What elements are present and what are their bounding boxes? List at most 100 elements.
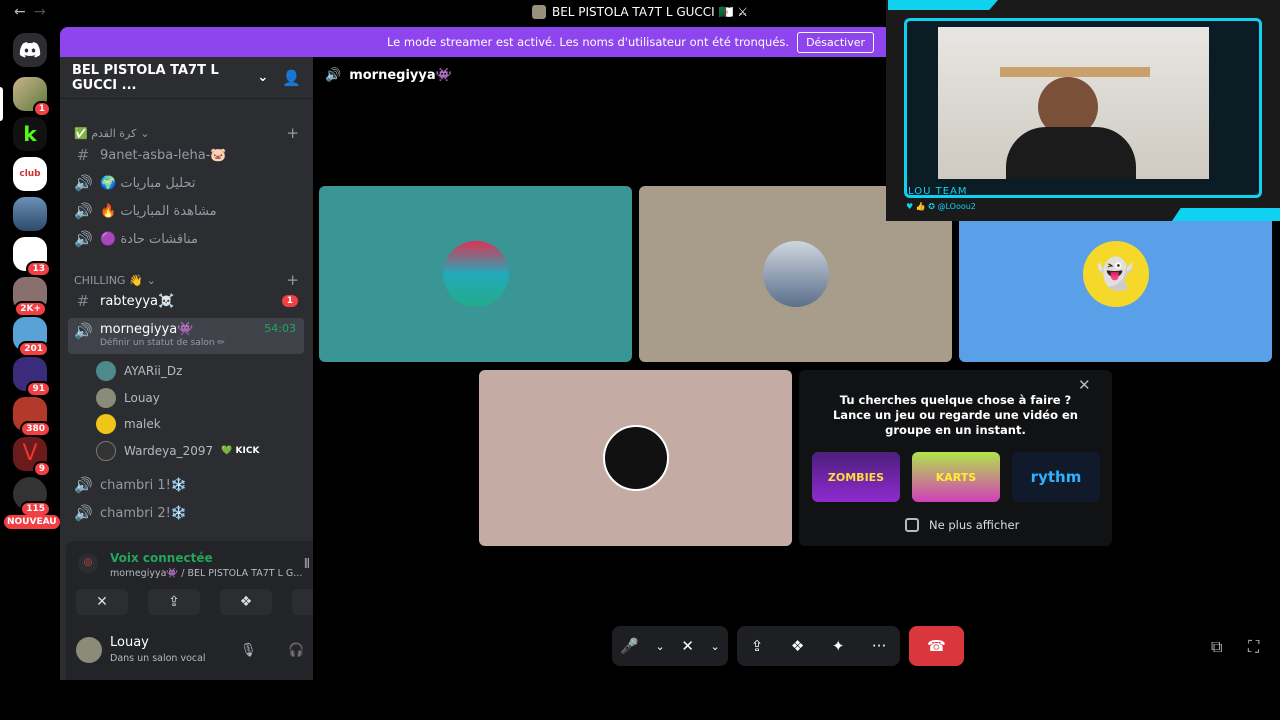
activity-promo-card: ✕ Tu cherches quelque chose à faire ? La… xyxy=(799,370,1112,546)
avatar xyxy=(762,241,829,307)
voice-user-louay[interactable]: Louay xyxy=(96,388,160,408)
voice-user-malek[interactable]: malek xyxy=(96,414,161,434)
back-button[interactable]: ← xyxy=(14,4,26,20)
participant-tile-4[interactable] xyxy=(479,370,792,546)
microphone-toggle-icon[interactable]: 🎤 xyxy=(620,637,639,655)
channel-sidebar: BEL PISTOLA TA7T L GUCCI ... ⌄ 👤 ✅ كرة ال… xyxy=(60,57,367,681)
frame-accent xyxy=(888,0,998,10)
new-badge: NOUVEAU xyxy=(4,515,60,529)
shelf xyxy=(1000,67,1150,77)
disable-streamer-button[interactable]: Désactiver xyxy=(797,31,874,53)
user-avatar[interactable] xyxy=(76,637,102,663)
speaker-icon: 🔊 xyxy=(325,68,342,83)
username: Louay xyxy=(110,635,149,650)
server-icon-11[interactable]: 115 xyxy=(13,477,51,517)
dont-show-checkbox[interactable] xyxy=(905,518,919,532)
game-card-zombies[interactable]: ZOMBIES xyxy=(812,452,900,502)
category-football[interactable]: ✅ كرة القدم ⌄ + xyxy=(74,124,299,142)
call-timer: 54:03 xyxy=(264,322,296,335)
live-tag: 💚 KICK xyxy=(221,446,260,456)
user-status: Dans un salon vocal xyxy=(110,653,206,664)
voice-user-ayarii[interactable]: AYARii_Dz xyxy=(96,361,182,381)
speaker-icon: 🔊 xyxy=(74,174,93,192)
signal-icon[interactable]: ◎ xyxy=(78,553,98,573)
channel-debates[interactable]: 🔊 🟣 مناقشات حادة xyxy=(68,226,304,252)
server-icon-6[interactable]: 2K+ xyxy=(13,277,47,317)
server-avatar-icon xyxy=(531,5,546,19)
category-chilling[interactable]: CHILLING 👋 ⌄ + xyxy=(74,271,299,289)
frame-accent-bottom xyxy=(1172,208,1280,221)
window-title-text: BEL PISTOLA TA7T L GUCCI 🇩🇿 ⚔ xyxy=(551,5,749,19)
team-label: LOU TEAM xyxy=(908,186,968,197)
server-header[interactable]: BEL PISTOLA TA7T L GUCCI ... ⌄ 👤 xyxy=(60,57,313,99)
server-icon-1[interactable]: 1 xyxy=(13,77,51,117)
server-icon-3[interactable]: club xyxy=(13,157,47,191)
channel-analysis[interactable]: 🔊 🌍 تحليل مباريات xyxy=(68,170,304,196)
avatar xyxy=(602,425,669,491)
channel-9anet[interactable]: #9anet-asba-leha-🐷 xyxy=(68,142,304,168)
add-channel-icon[interactable]: + xyxy=(286,271,299,289)
hang-up-icon: ☎ xyxy=(927,637,946,655)
fullscreen-icon[interactable]: ⛶ xyxy=(1248,637,1259,657)
microphone-icon[interactable]: 🎙 xyxy=(240,643,257,658)
channel-watch[interactable]: 🔊 🔥 مشاهدة المباريات xyxy=(68,198,304,224)
voice-user-wardeya[interactable]: Wardeya_2097 💚 KICK xyxy=(96,441,259,461)
active-server-pill xyxy=(0,87,3,121)
speaker-icon: 🔊 xyxy=(74,476,93,494)
promo-title: Tu cherches quelque chose à faire ? xyxy=(839,393,1072,407)
game-card-rythm[interactable]: rythm xyxy=(1012,452,1100,502)
server-icon-9[interactable]: 380 xyxy=(13,397,51,437)
promo-subtitle: Lance un jeu ou regarde une vidéo en gro… xyxy=(832,408,1078,437)
voice-location[interactable]: mornegiyya👾 / BEL PISTOLA TA7T L G... xyxy=(110,568,302,579)
popout-icon[interactable]: ⧉ xyxy=(1211,637,1222,657)
camera-toggle-icon[interactable]: ✕ xyxy=(681,637,694,655)
server-icon-10[interactable]: V9 xyxy=(13,437,51,477)
camera-button[interactable]: ✕ xyxy=(76,589,128,615)
server-icon-7[interactable]: 201 xyxy=(13,317,49,357)
speaker-icon: 🔊 xyxy=(74,322,93,340)
leave-call-button[interactable]: ☎ xyxy=(909,626,964,666)
game-card-karts[interactable]: KARTS xyxy=(912,452,1000,502)
window-title: BEL PISTOLA TA7T L GUCCI 🇩🇿 ⚔ xyxy=(520,5,760,19)
activities-icon[interactable]: ❖ xyxy=(791,637,804,655)
invite-icon[interactable]: 👤 xyxy=(282,69,301,87)
banner-text: Le mode streamer est activé. Les noms d'… xyxy=(386,35,790,49)
server-icon-8[interactable]: 91 xyxy=(13,357,51,397)
avatar xyxy=(96,441,116,461)
server-icon-5[interactable]: 13 xyxy=(13,237,51,277)
bottom-bar xyxy=(0,680,1280,720)
dont-show-label: Ne plus afficher xyxy=(929,518,1020,532)
forward-button[interactable]: → xyxy=(34,4,46,20)
mic-options-chevron-icon[interactable]: ⌄ xyxy=(656,640,665,653)
activity-button[interactable]: ❖ xyxy=(220,589,272,615)
social-handle: @LOoou2 xyxy=(937,202,976,211)
headphones-icon[interactable]: 🎧 xyxy=(288,643,304,658)
server-icon-4[interactable] xyxy=(13,197,47,231)
channel-chambri-1[interactable]: 🔊 chambri 1!❄️ xyxy=(68,472,304,498)
add-channel-icon[interactable]: + xyxy=(286,124,299,142)
more-options-icon[interactable]: ··· xyxy=(872,637,886,655)
noise-suppression-icon[interactable]: ⦀ xyxy=(304,557,310,572)
voice-status: Voix connectée xyxy=(110,551,213,565)
channel-mornegiyya[interactable]: 🔊 mornegiyya👾 54:03 Définir un statut de … xyxy=(68,318,304,354)
channel-name: mornegiyya👾 xyxy=(100,322,194,337)
webcam-feed xyxy=(938,27,1209,179)
server-icon-2[interactable]: k xyxy=(13,117,47,151)
channel-chambri-2[interactable]: 🔊 chambri 2!❄️ xyxy=(68,500,304,526)
server-name: BEL PISTOLA TA7T L GUCCI ... xyxy=(72,62,219,93)
text-channel-icon: # xyxy=(76,146,90,164)
screen-share-icon[interactable]: ⇪ xyxy=(751,637,764,655)
close-icon[interactable]: ✕ xyxy=(1078,376,1091,394)
speaker-icon: 🔊 xyxy=(74,202,93,220)
camera-options-chevron-icon[interactable]: ⌄ xyxy=(710,640,719,653)
discord-logo-icon xyxy=(19,42,41,58)
soundboard-icon[interactable]: ✦ xyxy=(832,637,845,655)
channel-rabteyya[interactable]: # rabteyya☠️ 1 xyxy=(68,288,304,314)
participant-tile-1[interactable] xyxy=(319,186,632,362)
screen-share-button[interactable]: ⇪ xyxy=(148,589,200,615)
call-channel-title: mornegiyya👾 xyxy=(349,68,452,83)
discord-home-button[interactable] xyxy=(13,33,47,67)
chevron-down-icon[interactable]: ⌄ xyxy=(257,70,268,85)
set-status-link[interactable]: Définir un statut de salon ✏ xyxy=(100,338,304,348)
text-channel-icon: # xyxy=(76,292,90,310)
